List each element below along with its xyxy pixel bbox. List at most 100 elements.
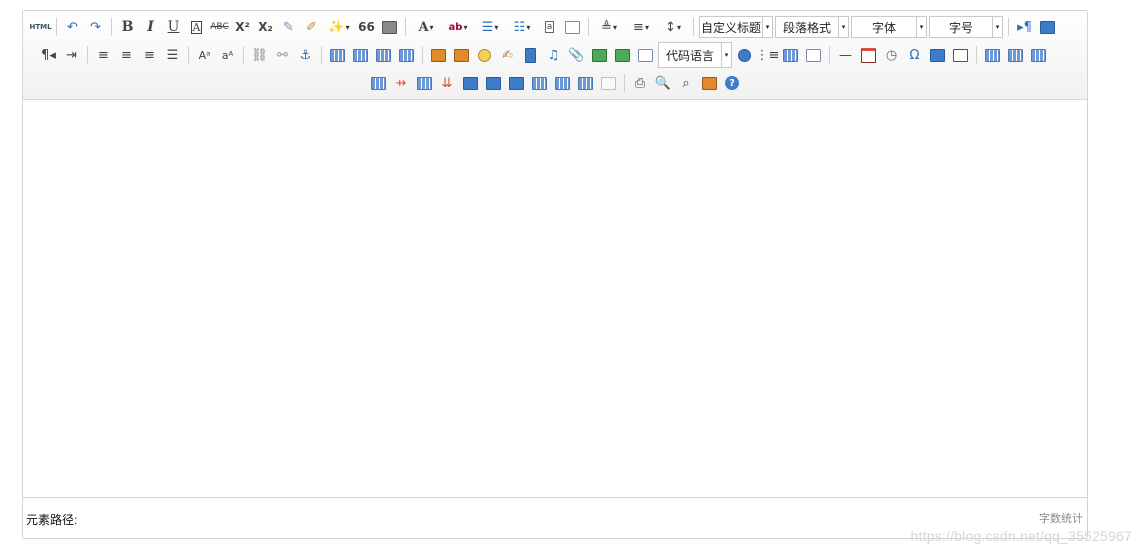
map-icon[interactable] xyxy=(589,45,610,65)
align-right-icon[interactable]: ≡ xyxy=(139,45,160,65)
align-justify-icon[interactable]: ☰ xyxy=(162,45,183,65)
toolbar-row-1: HTML ↶ ↷ B I U A ABC X² X₂ ✎ ✐ ✨ ▾ 66 A ▾ … xyxy=(23,13,1087,41)
line-height-icon[interactable]: ↕ ▾ xyxy=(658,17,688,37)
underline-button[interactable]: U xyxy=(163,17,184,37)
unordered-list-icon[interactable]: ☷ ▾ xyxy=(507,17,537,37)
word-count-label: 字数统计 xyxy=(1039,513,1083,525)
insert-image-icon[interactable] xyxy=(451,45,472,65)
gmap-icon[interactable] xyxy=(612,45,633,65)
split-to-cells-icon[interactable] xyxy=(529,73,550,93)
scrawl-icon[interactable]: ✍ xyxy=(497,45,518,65)
chevron-down-icon[interactable]: ▾ xyxy=(721,43,731,67)
attachment-icon[interactable]: 📎 xyxy=(566,45,587,65)
date-icon[interactable] xyxy=(858,45,879,65)
insert-video-icon[interactable] xyxy=(520,45,541,65)
chevron-down-icon[interactable]: ▾ xyxy=(762,17,772,37)
delete-table-icon[interactable] xyxy=(1005,45,1026,65)
html-source-button[interactable]: HTML xyxy=(29,17,51,37)
toolbar-separator xyxy=(693,18,694,36)
image-none-icon[interactable] xyxy=(327,45,348,65)
row-spacing-top-icon[interactable]: ≜ ▾ xyxy=(594,17,624,37)
toolbar-separator xyxy=(976,46,977,64)
print-preview-icon[interactable]: 🔍 xyxy=(653,73,674,93)
image-left-icon[interactable] xyxy=(350,45,371,65)
eraser-icon[interactable]: ✎ xyxy=(278,17,299,37)
simple-upload-icon[interactable] xyxy=(428,45,449,65)
link-icon[interactable]: ⛓ xyxy=(249,45,270,65)
page-break-icon[interactable]: ⋮≡ xyxy=(756,45,780,65)
music-icon[interactable]: ♫ xyxy=(543,45,564,65)
custom-title-select[interactable]: 自定义标题 ▾ xyxy=(699,16,773,38)
insert-table-icon[interactable] xyxy=(982,45,1003,65)
template-icon[interactable] xyxy=(803,45,824,65)
chevron-down-icon[interactable]: ▾ xyxy=(992,17,1002,37)
element-path-label: 元素路径: xyxy=(26,513,78,527)
insert-frame-icon[interactable] xyxy=(635,45,656,65)
charts-icon[interactable] xyxy=(598,73,619,93)
anchor-icon[interactable]: ⚓ xyxy=(295,45,316,65)
paragraph-format-select[interactable]: 段落格式 ▾ xyxy=(775,16,849,38)
code-language-value: 代码语言 xyxy=(665,48,714,63)
undo-icon[interactable]: ↶ xyxy=(62,17,83,37)
code-language-select[interactable]: 代码语言 ▾ xyxy=(658,42,732,68)
background-icon[interactable] xyxy=(780,45,801,65)
align-center-icon[interactable]: ≡ xyxy=(116,45,137,65)
font-color-button[interactable]: A ▾ xyxy=(411,17,441,37)
auto-typeset-icon[interactable]: ✨ ▾ xyxy=(324,17,354,37)
insert-paragraph-before-table-icon[interactable] xyxy=(1028,45,1049,65)
align-left-icon[interactable]: ≡ xyxy=(93,45,114,65)
superscript-button[interactable]: X² xyxy=(232,17,253,37)
toolbar-separator xyxy=(321,46,322,64)
image-center-icon[interactable] xyxy=(396,45,417,65)
font-border-icon[interactable]: A xyxy=(186,17,207,37)
search-replace-icon[interactable]: ⌕ xyxy=(676,73,697,93)
blockquote-button[interactable]: 66 xyxy=(356,17,377,37)
italic-button[interactable]: I xyxy=(140,17,161,37)
clear-doc-icon[interactable] xyxy=(562,17,583,37)
preview-icon[interactable] xyxy=(1037,17,1058,37)
font-family-select[interactable]: 字体 ▾ xyxy=(851,16,927,38)
format-brush-icon[interactable]: ✐ xyxy=(301,17,322,37)
wordimage-icon[interactable] xyxy=(927,45,948,65)
font-size-select[interactable]: 字号 ▾ xyxy=(929,16,1003,38)
paragraph-format-value: 段落格式 xyxy=(782,20,831,35)
subscript-button[interactable]: X₂ xyxy=(255,17,276,37)
chevron-down-icon[interactable]: ▾ xyxy=(916,17,926,37)
drafts-icon[interactable] xyxy=(699,73,720,93)
split-to-rows-icon[interactable] xyxy=(552,73,573,93)
print-icon[interactable]: ⎙ xyxy=(630,73,651,93)
redo-icon[interactable]: ↷ xyxy=(85,17,106,37)
split-to-cols-icon[interactable] xyxy=(575,73,596,93)
paste-plain-icon[interactable] xyxy=(379,17,400,37)
edit-tip-icon[interactable] xyxy=(950,45,971,65)
merge-cells-icon[interactable] xyxy=(460,73,481,93)
uppercase-icon[interactable]: Aᵃ xyxy=(194,45,215,65)
image-right-icon[interactable] xyxy=(373,45,394,65)
row-spacing-bottom-icon[interactable]: ≡ ▾ xyxy=(626,17,656,37)
insert-col-icon[interactable] xyxy=(414,73,435,93)
delete-row-icon[interactable]: ⇸ xyxy=(391,73,412,93)
insert-row-icon[interactable] xyxy=(368,73,389,93)
back-color-button[interactable]: ab ▾ xyxy=(443,17,473,37)
select-all-icon[interactable]: a xyxy=(539,17,560,37)
indent-icon[interactable]: ⇥ xyxy=(61,45,82,65)
direction-rtl-icon[interactable]: ¶◂ xyxy=(38,45,59,65)
delete-col-icon[interactable]: ⇊ xyxy=(437,73,458,93)
merge-down-icon[interactable] xyxy=(506,73,527,93)
unlink-icon[interactable]: ⚯ xyxy=(272,45,293,65)
editor-content-area[interactable] xyxy=(23,100,1087,498)
direction-ltr-icon[interactable]: ▸¶ xyxy=(1014,17,1035,37)
web-image-icon[interactable] xyxy=(734,45,755,65)
horizontal-rule-icon[interactable]: — xyxy=(835,45,856,65)
bold-button[interactable]: B xyxy=(117,17,138,37)
lowercase-icon[interactable]: aᴬ xyxy=(217,45,238,65)
ordered-list-icon[interactable]: ☰ ▾ xyxy=(475,17,505,37)
toolbar-separator xyxy=(588,18,589,36)
emotion-icon[interactable] xyxy=(474,45,495,65)
strikethrough-button[interactable]: ABC xyxy=(209,17,230,37)
help-icon[interactable]: ? xyxy=(722,73,743,93)
merge-right-icon[interactable] xyxy=(483,73,504,93)
chevron-down-icon[interactable]: ▾ xyxy=(838,17,848,37)
time-icon[interactable]: ◷ xyxy=(881,45,902,65)
special-chars-button[interactable]: Ω xyxy=(904,45,925,65)
